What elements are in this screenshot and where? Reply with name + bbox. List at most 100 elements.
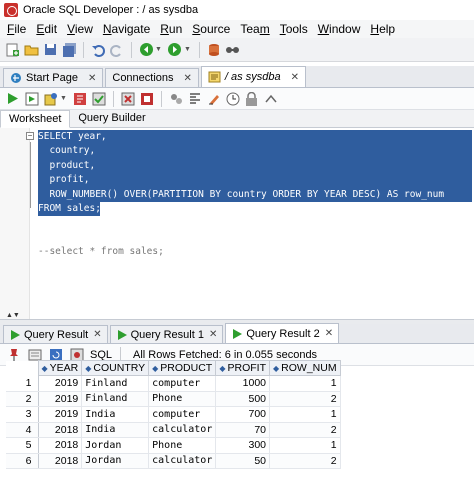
undo-icon[interactable] [90,42,106,58]
column-header-profit[interactable]: ◆ PROFIT [215,360,271,376]
cell-year[interactable]: 2018 [38,453,83,469]
table-row[interactable]: 4 2018 India calculator 70 2 [6,422,341,438]
cell-product[interactable]: calculator [148,453,217,469]
cell-product[interactable]: calculator [148,422,217,438]
new-file-icon[interactable] [4,42,20,58]
cell-profit[interactable]: 1000 [215,375,271,392]
row-number[interactable]: 5 [6,437,39,454]
autotrace-dropdown-icon[interactable]: ▼ [60,95,67,102]
close-icon[interactable]: ✕ [184,73,192,84]
menu-view[interactable]: View [62,20,98,38]
autotrace-icon[interactable] [43,91,59,107]
cell-country[interactable]: Finland [81,391,150,407]
menu-navigate[interactable]: Navigate [98,20,155,38]
table-row[interactable]: 3 2019 India computer 700 1 [6,406,341,423]
column-header-year[interactable]: ◆ YEAR [37,360,83,376]
close-icon[interactable]: ✕ [93,329,101,340]
row-number[interactable]: 1 [6,375,39,392]
row-number[interactable]: 2 [6,391,39,407]
column-header-country[interactable]: ◆ COUNTRY [81,360,150,376]
tab-start-page[interactable]: Start Page ✕ [3,68,104,87]
close-icon[interactable]: ✕ [291,72,299,83]
cell-row-num[interactable]: 1 [269,437,341,454]
menu-edit[interactable]: Edit [31,20,62,38]
tab-query-result[interactable]: Query Result ✕ [3,325,108,343]
cell-profit[interactable]: 50 [215,453,271,469]
sql-button[interactable]: SQL [90,349,112,361]
cell-product[interactable]: computer [148,406,217,423]
menu-tools[interactable]: Tools [275,20,313,38]
menu-file[interactable]: File [2,20,31,38]
save-all-icon[interactable] [61,42,77,58]
close-icon[interactable]: ✕ [209,329,217,340]
cell-country[interactable]: Jordan [81,437,150,454]
cell-year[interactable]: 2019 [38,391,83,407]
menu-team[interactable]: Team [235,20,274,38]
column-header-product[interactable]: ◆ PRODUCT [148,360,217,376]
tab-sysdba-worksheet[interactable]: / as sysdba ✕ [200,66,306,87]
redo-icon[interactable] [109,42,125,58]
lock-icon[interactable] [244,91,260,107]
close-icon[interactable]: ✕ [88,73,96,84]
cell-row-num[interactable]: 2 [269,453,341,469]
table-row[interactable]: 5 2018 Jordan Phone 300 1 [6,437,341,454]
cell-product[interactable]: computer [148,375,217,392]
run-script-icon[interactable] [24,91,40,107]
cell-product[interactable]: Phone [148,391,217,407]
sql-editor[interactable]: − SELECT year, country, product, profit,… [0,128,474,320]
menu-run[interactable]: Run [155,20,187,38]
cell-row-num[interactable]: 2 [269,422,341,438]
tab-query-builder[interactable]: Query Builder [70,110,153,128]
cell-row-num[interactable]: 2 [269,391,341,407]
table-row[interactable]: 6 2018 Jordan calculator 50 2 [6,453,341,469]
back-dropdown-icon[interactable]: ▼ [155,46,162,53]
clear-icon[interactable] [206,91,222,107]
open-folder-icon[interactable] [23,42,39,58]
rollback-icon[interactable] [120,91,136,107]
history-icon[interactable] [225,91,241,107]
sql-tuning-icon[interactable] [168,91,184,107]
menu-help[interactable]: Help [365,20,400,38]
row-number[interactable]: 4 [6,422,39,438]
arrow-icon[interactable] [263,91,279,107]
tab-worksheet[interactable]: Worksheet [0,109,71,128]
format-icon[interactable] [187,91,203,107]
back-icon[interactable] [138,42,154,58]
cell-profit[interactable]: 300 [215,437,271,454]
forward-dropdown-icon[interactable]: ▼ [184,46,191,53]
tab-query-result-2[interactable]: Query Result 2 ✕ [225,323,340,343]
commit-icon[interactable] [91,91,107,107]
splitter-arrows-icon[interactable]: ▲▼ [6,312,20,319]
tab-connections[interactable]: Connections ✕ [105,68,199,87]
cell-profit[interactable]: 700 [215,406,271,423]
menu-window[interactable]: Window [313,20,366,38]
cell-row-num[interactable]: 1 [269,406,341,423]
table-row[interactable]: 1 2019 Finland computer 1000 1 [6,375,341,392]
cell-row-num[interactable]: 1 [269,375,341,392]
close-icon[interactable]: ✕ [325,328,333,339]
cell-profit[interactable]: 500 [215,391,271,407]
cell-year[interactable]: 2018 [38,437,83,454]
save-icon[interactable] [42,42,58,58]
cell-country[interactable]: India [81,406,150,423]
cancel-icon[interactable] [139,91,155,107]
menu-source[interactable]: Source [187,20,235,38]
migration-icon[interactable] [225,42,241,58]
tab-query-result-1[interactable]: Query Result 1 ✕ [109,325,224,343]
run-statement-icon[interactable] [5,91,21,107]
explain-plan-icon[interactable] [72,91,88,107]
cell-country[interactable]: India [81,422,150,438]
cell-year[interactable]: 2018 [38,422,83,438]
cell-country[interactable]: Jordan [81,453,150,469]
table-row[interactable]: 2 2019 Finland Phone 500 2 [6,391,341,407]
column-header-row-num[interactable]: ◆ ROW_NUM [269,360,341,376]
database-icon[interactable] [206,42,222,58]
row-number[interactable]: 3 [6,406,39,423]
cell-year[interactable]: 2019 [38,375,83,392]
forward-icon[interactable] [167,42,183,58]
cell-year[interactable]: 2019 [38,406,83,423]
code-fold-toggle[interactable]: − [26,132,34,140]
cell-profit[interactable]: 70 [215,422,271,438]
row-number[interactable]: 6 [6,453,39,469]
cell-country[interactable]: Finland [81,375,150,392]
